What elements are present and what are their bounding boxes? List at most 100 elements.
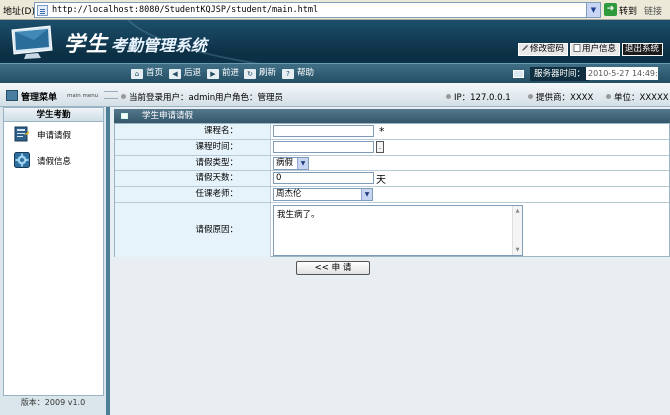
teacher-select[interactable]: 周杰伦 ▼ — [273, 188, 373, 201]
bullet-icon — [446, 94, 451, 99]
unit-text: 单位：XXXXX — [614, 93, 669, 103]
app-header: 学生 考勤管理系统 修改密码 用户信息 退出系统 ⌂ 首页 ◀ 后退 ▶ 前进 ↻ 刷新… — [0, 20, 670, 83]
scroll-up-icon[interactable]: ▲ — [513, 207, 522, 215]
ip-address: IP：127.0.0.1 — [446, 91, 511, 103]
nav-home-label: 首页 — [146, 68, 164, 78]
app-title: 学生 考勤管理系统 — [64, 28, 207, 58]
gear-icon — [14, 152, 30, 168]
leave-type-value: 病假 — [276, 158, 294, 168]
title-square-icon — [121, 113, 128, 119]
user-info-button[interactable]: 用户信息 — [570, 43, 621, 56]
nav-forward-label: 前进 — [222, 68, 240, 78]
leave-type-label: 请假类型： — [115, 156, 271, 170]
go-label: 转到 — [619, 7, 638, 17]
sidebar: 学生考勤 申请请假 请假信息 版本：2009 v1.0 — [0, 107, 110, 415]
course-name-input[interactable] — [273, 125, 374, 137]
logout-button[interactable]: 退出系统 — [622, 43, 664, 56]
leave-type-select[interactable]: 病假 ▼ — [273, 157, 309, 170]
info-bar: 管理菜单 main menu 当前登录用户：admin 用户角色：管理员 IP：… — [0, 83, 670, 107]
change-password-button[interactable]: 修改密码 — [518, 43, 569, 56]
form-row-course-name: 课程名： * — [115, 124, 669, 140]
course-time-label: 课程时间： — [115, 140, 271, 155]
leave-days-label: 请假天数： — [115, 171, 271, 186]
page-title: 学生申请请假 — [142, 111, 194, 121]
links-button[interactable]: 链接 — [644, 4, 662, 17]
nav-help-label: 帮助 — [297, 68, 315, 78]
logout-label: 退出系统 — [625, 44, 660, 54]
sidebar-item-leave-info[interactable]: 请假信息 — [11, 150, 101, 172]
form-row-leave-type: 请假类型： 病假 ▼ — [115, 156, 669, 171]
reason-label: 请假原因： — [115, 203, 271, 257]
current-user-text: 当前登录用户：admin — [129, 93, 216, 103]
nav-home[interactable]: ⌂ 首页 — [131, 67, 163, 80]
sidebar-item-label: 请假信息 — [37, 157, 72, 167]
calendar-button[interactable]: . — [376, 141, 384, 153]
ip-text: IP：127.0.0.1 — [454, 93, 511, 103]
nav-help[interactable]: ? 帮助 — [282, 67, 314, 80]
unit: 单位：XXXXX — [606, 91, 669, 103]
form-row-leave-days: 请假天数： 0 天 — [115, 171, 669, 187]
leave-days-unit: 天 — [376, 175, 386, 186]
form-row-teacher: 任课老师： 周杰伦 ▼ — [115, 187, 669, 203]
chevron-down-icon[interactable]: ▼ — [586, 3, 600, 17]
arrow-left-icon: ◀ — [169, 69, 181, 79]
teacher-cell: 周杰伦 ▼ — [272, 187, 669, 202]
nav-toolbar: ⌂ 首页 ◀ 后退 ▶ 前进 ↻ 刷新 ? 帮助 服务器时间： 2010-5-27 14:… — [0, 63, 670, 83]
sidebar-panel: 学生考勤 申请请假 请假信息 — [3, 107, 104, 396]
reason-textarea[interactable]: 我生病了。 ▲ ▼ — [273, 205, 523, 256]
go-button[interactable]: ➜ 转到 — [604, 3, 640, 18]
title-sub: 考勤管理系统 — [110, 36, 207, 55]
version-text: 版本：2009 v1.0 — [20, 398, 86, 407]
address-label: 地址(D) — [3, 7, 35, 17]
current-user: 当前登录用户：admin — [121, 91, 215, 103]
provider-text: 提供商：XXXX — [536, 93, 594, 103]
arrow-right-icon: ➜ — [604, 3, 617, 16]
arrow-right-icon: ▶ — [207, 69, 219, 79]
provider: 提供商：XXXX — [528, 91, 593, 103]
nav-back[interactable]: ◀ 后退 — [169, 67, 201, 80]
sidebar-item-apply-leave[interactable]: 申请请假 — [11, 124, 101, 146]
leave-form: 课程名： * 课程时间： . 请假类型： 病假 ▼ 请假天数： 0 天 任课老师… — [114, 123, 670, 257]
address-url[interactable]: http://localhost:8080/StudentKQJSP/stude… — [52, 5, 318, 15]
monitor-icon — [513, 70, 524, 78]
scroll-down-icon[interactable]: ▼ — [513, 246, 522, 254]
course-time-input[interactable] — [273, 141, 374, 153]
course-name-cell: * — [272, 124, 669, 139]
nav-refresh-label: 刷新 — [259, 68, 277, 78]
server-time-value: 2010-5-27 14:49:4 — [586, 67, 658, 80]
reason-cell: 我生病了。 ▲ ▼ — [272, 203, 669, 257]
main-content: 学生申请请假 课程名： * 课程时间： . 请假类型： 病假 ▼ 请假天数： 0… — [110, 107, 670, 415]
bullet-icon — [528, 94, 533, 99]
menu-title: 管理菜单 — [21, 93, 58, 103]
nav-back-label: 后退 — [184, 68, 202, 78]
user-role: 用户角色：管理员 — [215, 93, 284, 103]
menu-title-en: main menu — [67, 93, 99, 99]
leave-days-input[interactable]: 0 — [273, 172, 374, 184]
page-title-bar: 学生申请请假 — [114, 109, 670, 123]
browser-address-bar: 地址(D) http://localhost:8080/StudentKQJSP… — [0, 0, 670, 20]
form-row-course-time: 课程时间： . — [115, 140, 669, 156]
bullet-icon — [121, 94, 126, 99]
change-password-label: 修改密码 — [530, 44, 565, 54]
help-icon: ? — [282, 69, 294, 79]
required-mark: * — [379, 125, 385, 138]
page-icon — [37, 5, 48, 16]
nav-forward[interactable]: ▶ 前进 — [207, 67, 239, 80]
course-name-label: 课程名： — [115, 124, 271, 139]
home-icon: ⌂ — [131, 69, 143, 79]
monitor-logo-icon — [11, 25, 53, 59]
textarea-scrollbar[interactable]: ▲ ▼ — [512, 206, 522, 255]
pencil-icon — [521, 44, 529, 52]
apply-button[interactable]: << 申 请 — [296, 261, 370, 275]
teacher-value: 周杰伦 — [276, 189, 302, 199]
address-input[interactable]: http://localhost:8080/StudentKQJSP/stude… — [34, 2, 601, 18]
title-main: 学生 — [64, 32, 108, 56]
sidebar-header: 学生考勤 — [4, 108, 103, 122]
chevron-down-icon: ▼ — [361, 189, 372, 200]
reason-value: 我生病了。 — [277, 210, 320, 220]
teacher-label: 任课老师： — [115, 187, 271, 202]
sidebar-item-label: 申请请假 — [37, 131, 72, 141]
nav-refresh[interactable]: ↻ 刷新 — [244, 67, 276, 80]
menu-icon — [6, 90, 18, 101]
leave-days-cell: 0 天 — [272, 171, 669, 186]
